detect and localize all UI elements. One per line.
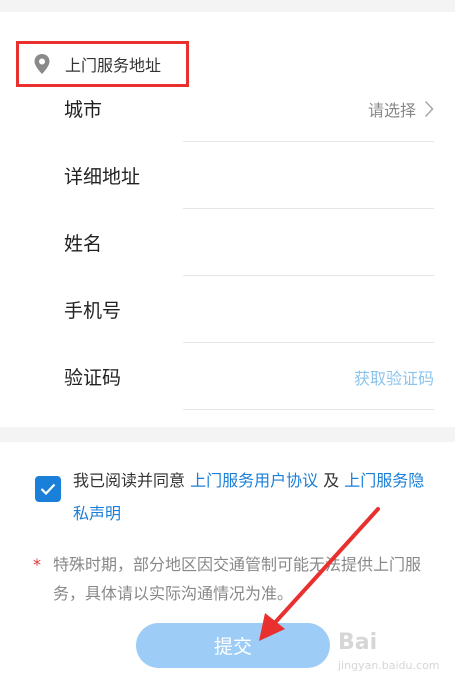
divider [183,409,434,410]
address-label: 详细地址 [64,166,141,188]
required-star: * [33,555,41,574]
address-form-card: 上门服务地址 城市 请选择 详细地址 姓名 手机号 验证码 获取验证码 [0,12,455,427]
watermark: Bai jingyan.baidu.com [338,630,448,680]
agreement-middle: 及 [318,471,345,490]
address-row[interactable]: 详细地址 [64,142,434,209]
chevron-right-icon [424,100,434,117]
red-arrow-annotation [259,507,380,641]
watermark-sub: jingyan.baidu.com [338,659,440,672]
city-label: 城市 [64,99,103,121]
agreement-prefix: 我已阅读并同意 [73,471,191,490]
checkmark-icon [40,483,56,495]
code-label: 验证码 [64,367,122,389]
name-label: 姓名 [64,233,103,255]
user-agreement-link[interactable]: 上门服务用户协议 [190,471,318,490]
code-row[interactable]: 验证码 获取验证码 [64,343,434,410]
top-strip [0,0,455,12]
city-select[interactable]: 请选择 [368,97,416,121]
map-pin-icon [34,54,50,74]
phone-label: 手机号 [64,300,122,322]
section-title: 上门服务地址 [65,56,162,75]
get-code-button[interactable]: 获取验证码 [354,365,434,389]
agree-checkbox[interactable] [35,476,61,502]
phone-row[interactable]: 手机号 [64,276,434,343]
watermark-brand: Bai [338,630,378,655]
name-row[interactable]: 姓名 [64,209,434,276]
city-row[interactable]: 城市 请选择 [64,75,434,142]
